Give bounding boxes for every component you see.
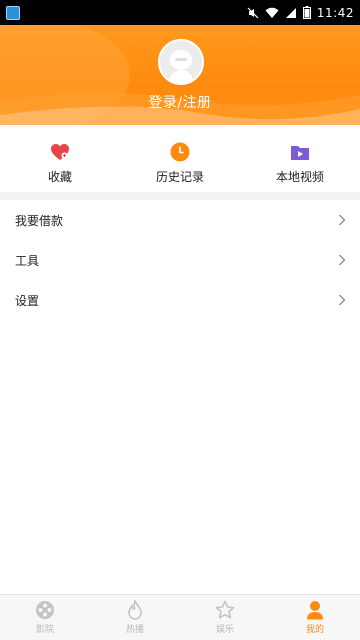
signal-icon — [285, 7, 296, 18]
menu-item-label: 我要借款 — [15, 213, 64, 228]
nav-tab-hot[interactable]: 热播 — [90, 595, 180, 640]
history-label: 历史记录 — [155, 170, 204, 184]
heart-icon — [50, 142, 70, 162]
nav-tab-mine[interactable]: 我的 — [270, 595, 360, 640]
avatar[interactable] — [158, 39, 204, 85]
section-divider — [0, 192, 360, 200]
chevron-right-icon — [339, 254, 346, 266]
star-icon — [215, 600, 235, 620]
nav-tab-label: 我的 — [305, 625, 324, 635]
favorites-label: 收藏 — [47, 170, 72, 184]
login-register-link[interactable]: 登录/注册 — [0, 92, 360, 112]
clock: 11:42 — [316, 5, 354, 20]
nav-tab-cinema[interactable]: 影院 — [0, 595, 90, 640]
folder-video-icon — [290, 142, 310, 162]
local-video-label: 本地视频 — [275, 170, 324, 184]
bottom-navigation: 影院 热播 娱乐 我的 — [0, 594, 360, 640]
chevron-right-icon — [339, 294, 346, 306]
profile-header: 登录/注册 — [0, 25, 360, 125]
menu-item-label: 设置 — [15, 293, 40, 308]
history-button[interactable]: 历史记录 — [120, 130, 240, 192]
battery-icon — [302, 6, 311, 19]
film-reel-icon — [35, 600, 55, 620]
chevron-right-icon — [339, 214, 346, 226]
nav-tab-label: 娱乐 — [215, 625, 234, 635]
wifi-icon — [265, 7, 279, 18]
status-left — [6, 5, 20, 20]
status-right: 11:42 — [247, 6, 354, 20]
menu-list: 我要借款 工具 设置 — [0, 200, 360, 320]
menu-item-settings[interactable]: 设置 — [0, 280, 360, 320]
menu-item-loan[interactable]: 我要借款 — [0, 200, 360, 240]
nav-tab-label: 热播 — [125, 625, 144, 635]
menu-item-label: 工具 — [15, 253, 40, 268]
default-avatar-icon — [160, 41, 202, 83]
flame-icon — [125, 600, 145, 620]
favorites-button[interactable]: 收藏 — [0, 130, 120, 192]
nav-tab-entertainment[interactable]: 娱乐 — [180, 595, 270, 640]
mute-icon — [247, 7, 259, 18]
quick-actions: 收藏 历史记录 本地视频 — [0, 130, 360, 192]
empty-content-area — [0, 320, 360, 594]
local-video-button[interactable]: 本地视频 — [240, 130, 360, 192]
person-icon — [305, 600, 325, 620]
status-bar: 11:42 — [0, 0, 360, 25]
app-notification-icon — [6, 5, 20, 20]
nav-tab-label: 影院 — [35, 625, 54, 635]
clock-icon — [170, 142, 190, 162]
menu-item-tools[interactable]: 工具 — [0, 240, 360, 280]
